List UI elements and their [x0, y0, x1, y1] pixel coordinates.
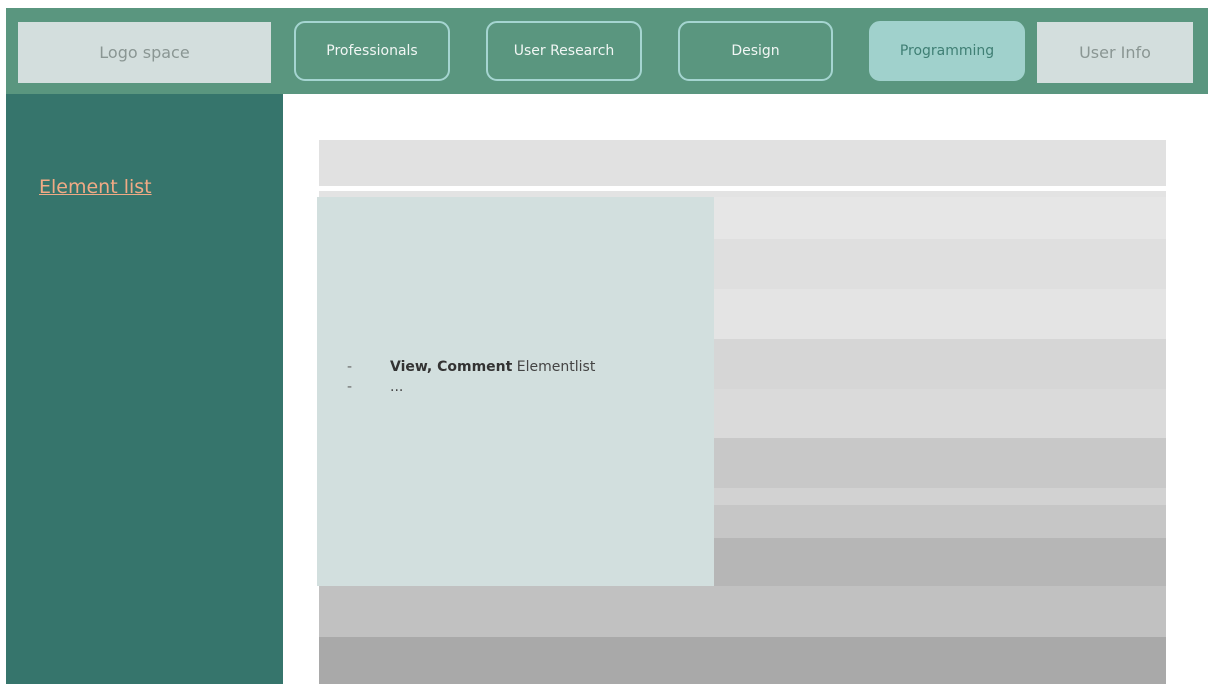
list-row-placeholder: [714, 339, 1166, 389]
list-row-placeholder: [319, 586, 1166, 637]
logo-placeholder: Logo space: [18, 22, 271, 83]
top-navigation-bar: Logo space Professionals User Research D…: [6, 8, 1208, 94]
item-strong-text: View, Comment: [390, 359, 513, 375]
tab-user-research[interactable]: User Research: [486, 21, 642, 81]
element-list-card: - View, Comment Elementlist - ...: [317, 197, 714, 586]
user-info-button[interactable]: User Info: [1037, 22, 1193, 83]
bullet-dash: -: [347, 379, 353, 395]
list-row-placeholder: [714, 488, 1166, 505]
list-row-placeholder: [714, 197, 1166, 239]
list-row-placeholder: [714, 505, 1166, 538]
tab-professionals[interactable]: Professionals: [294, 21, 450, 81]
list-item: - View, Comment Elementlist: [347, 357, 595, 377]
element-list-link[interactable]: Element list: [39, 176, 152, 198]
sidebar: Element list: [6, 94, 283, 684]
tab-design[interactable]: Design: [678, 21, 833, 81]
bullet-dash: -: [347, 359, 353, 375]
list-row-placeholder: [714, 289, 1166, 339]
item-text: Elementlist: [512, 359, 596, 375]
app-frame: Logo space Professionals User Research D…: [0, 0, 1208, 684]
list-row-placeholder: [319, 637, 1166, 684]
list-item: - ...: [347, 377, 595, 397]
tab-programming[interactable]: Programming: [869, 21, 1025, 81]
element-list-items: - View, Comment Elementlist - ...: [347, 357, 595, 397]
list-row-placeholder: [714, 538, 1166, 586]
list-row-placeholder: [714, 239, 1166, 289]
list-row-placeholder: [714, 389, 1166, 438]
panel-header: [319, 140, 1166, 186]
item-text: ...: [390, 379, 404, 395]
list-row-placeholder: [714, 438, 1166, 488]
